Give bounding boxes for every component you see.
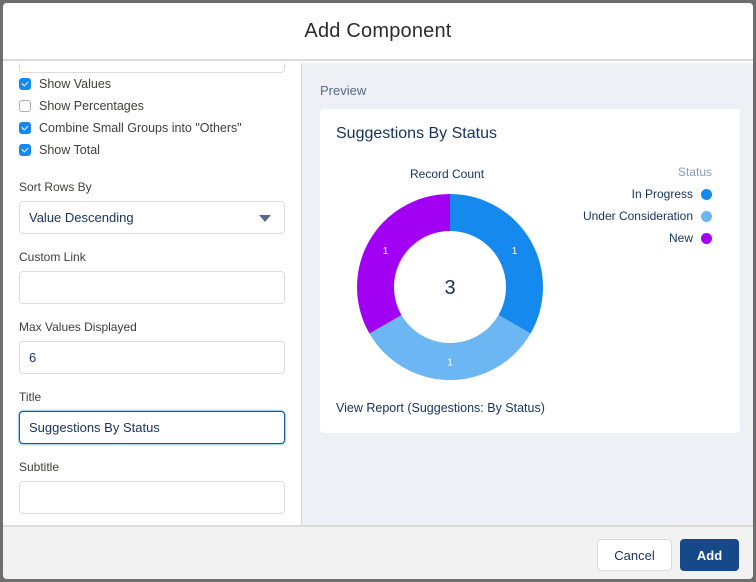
checkbox-2[interactable] bbox=[19, 122, 31, 134]
custom-link-input[interactable] bbox=[19, 271, 285, 304]
chevron-down-icon bbox=[259, 215, 271, 222]
sort-rows-by-select[interactable]: Value Descending bbox=[19, 201, 285, 234]
cancel-button[interactable]: Cancel bbox=[597, 539, 672, 571]
legend-label: New bbox=[668, 231, 693, 245]
donut-slice-new[interactable] bbox=[357, 194, 450, 334]
add-component-modal: Add Component Show Values Show Percentag… bbox=[3, 3, 753, 579]
donut-chart: 1 1 1 3 bbox=[357, 194, 543, 380]
sort-rows-by-label: Sort Rows By bbox=[19, 180, 92, 194]
donut-total: 3 bbox=[444, 277, 455, 299]
show-percentages-checkbox[interactable]: Show Percentages bbox=[19, 97, 144, 115]
properties-panel: Show Values Show Percentages Combine Sma… bbox=[3, 63, 300, 525]
show-total-checkbox[interactable]: Show Total bbox=[19, 141, 100, 159]
sort-rows-by-value: Value Descending bbox=[29, 210, 134, 225]
checkbox-3[interactable] bbox=[19, 144, 31, 156]
legend-dot-icon bbox=[701, 210, 712, 222]
subtitle-label: Subtitle bbox=[19, 460, 60, 474]
legend-title: Status bbox=[677, 165, 712, 179]
checkbox-label: Show Percentages bbox=[39, 99, 144, 113]
legend-item[interactable]: In Progress bbox=[632, 187, 712, 201]
modal-footer: Cancel Add bbox=[3, 525, 753, 579]
checkbox-label: Combine Small Groups into "Others" bbox=[39, 121, 242, 135]
max-values-label: Max Values Displayed bbox=[19, 320, 137, 334]
title-label: Title bbox=[19, 390, 42, 404]
subtitle-input[interactable] bbox=[19, 481, 285, 514]
legend-dot-icon bbox=[701, 232, 712, 244]
modal-header: Add Component bbox=[3, 3, 753, 61]
max-values-input[interactable]: 6 bbox=[19, 341, 285, 374]
preview-label: Preview bbox=[320, 83, 367, 98]
checkbox-1[interactable] bbox=[19, 100, 31, 112]
donut-slice-in-progress[interactable] bbox=[450, 194, 543, 334]
add-button[interactable]: Add bbox=[680, 539, 739, 571]
checkbox-0[interactable] bbox=[19, 78, 31, 90]
slice-value-label: 1 bbox=[383, 246, 389, 257]
legend-item[interactable]: New bbox=[669, 231, 712, 245]
card-title: Suggestions By Status bbox=[336, 125, 497, 142]
checkbox-label: Show Values bbox=[39, 77, 112, 91]
scrolled-input[interactable] bbox=[19, 63, 285, 73]
preview-card: Suggestions By Status Record Count 1113 … bbox=[320, 109, 740, 433]
legend-label: In Progress bbox=[631, 187, 693, 201]
show-values-checkbox[interactable]: Show Values bbox=[19, 75, 111, 93]
preview-panel: Preview Suggestions By Status Record Cou… bbox=[301, 63, 753, 525]
slice-value-label: 1 bbox=[447, 358, 453, 369]
title-input[interactable]: Suggestions By Status bbox=[19, 411, 285, 444]
chart-title: Record Count bbox=[410, 167, 485, 181]
donut-slice-under-consideration[interactable] bbox=[369, 315, 531, 380]
checkbox-label: Show Total bbox=[39, 143, 100, 157]
legend-label: Under Consideration bbox=[582, 209, 693, 223]
modal-title: Add Component bbox=[304, 19, 452, 42]
view-report-link[interactable]: View Report (Suggestions: By Status) bbox=[336, 401, 545, 415]
slice-value-label: 1 bbox=[512, 246, 518, 257]
custom-link-label: Custom Link bbox=[19, 250, 86, 264]
legend-dot-icon bbox=[701, 188, 712, 200]
legend-item[interactable]: Under Consideration bbox=[583, 209, 712, 223]
combine-small-groups-checkbox[interactable]: Combine Small Groups into "Others" bbox=[19, 119, 242, 137]
